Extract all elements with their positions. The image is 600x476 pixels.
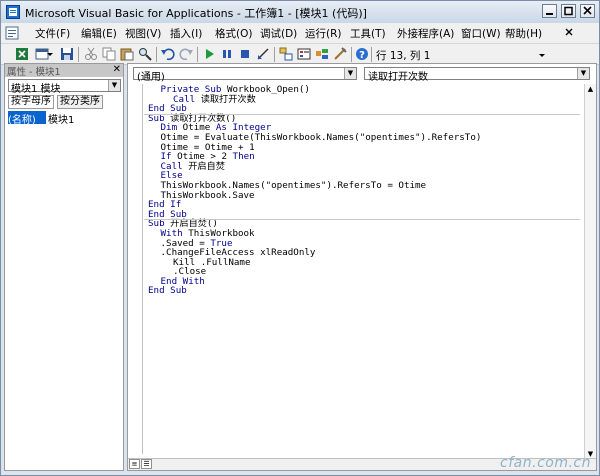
menu-addins[interactable]: 外接程序(A) bbox=[397, 26, 454, 41]
cursor-position: 行 13, 列 1 bbox=[376, 50, 431, 62]
properties-object-select[interactable]: 模块1 模块 ▼ bbox=[8, 79, 121, 95]
standard-toolbar: ? 行 13, 列 1 bbox=[1, 43, 599, 65]
design-mode-icon[interactable] bbox=[256, 47, 270, 61]
code-margin bbox=[128, 84, 143, 454]
code-window: (通用) ▼ 读取打开次数 ▼ Private Sub Workbook_Ope… bbox=[127, 63, 597, 471]
vertical-scrollbar[interactable]: ▲ ▼ bbox=[584, 84, 596, 460]
toolbox-icon[interactable] bbox=[333, 47, 347, 61]
title-bar: Microsoft Visual Basic for Applications … bbox=[1, 1, 599, 23]
window-title: Microsoft Visual Basic for Applications … bbox=[25, 7, 367, 20]
restore-icon[interactable] bbox=[561, 4, 576, 18]
svg-text:?: ? bbox=[359, 50, 365, 61]
copy-icon[interactable] bbox=[102, 47, 116, 61]
full-module-view-icon[interactable]: ☰ bbox=[141, 459, 152, 469]
insert-dropdown-icon[interactable] bbox=[47, 47, 53, 61]
excel-icon[interactable] bbox=[15, 47, 29, 61]
paste-icon[interactable] bbox=[120, 47, 134, 61]
stop-icon[interactable] bbox=[238, 47, 252, 61]
procedure-select-value: 读取打开次数 bbox=[368, 72, 428, 83]
toolbar-options-icon[interactable] bbox=[539, 48, 545, 60]
cut-icon[interactable] bbox=[84, 47, 98, 61]
menu-file[interactable]: 文件(F) bbox=[35, 26, 70, 41]
code-line: Call 读取打开次数 bbox=[173, 93, 256, 105]
close-icon[interactable]: ✕ bbox=[113, 64, 121, 75]
pause-icon[interactable] bbox=[220, 47, 234, 61]
save-icon[interactable] bbox=[60, 47, 74, 61]
code-line: End If bbox=[148, 199, 182, 211]
code-editor[interactable]: Private Sub Workbook_Open() Call 读取打开次数 En… bbox=[148, 85, 481, 296]
chevron-down-icon[interactable]: ▼ bbox=[577, 68, 589, 79]
close-icon[interactable] bbox=[580, 4, 595, 18]
find-icon[interactable] bbox=[138, 47, 152, 61]
scroll-up-icon[interactable]: ▲ bbox=[585, 84, 596, 95]
procedure-view-icon[interactable]: ≡ bbox=[129, 459, 140, 469]
toolbar-separator bbox=[78, 47, 79, 62]
menu-insert[interactable]: 插入(I) bbox=[170, 26, 202, 41]
menu-format[interactable]: 格式(O) bbox=[215, 26, 252, 41]
watermark: cfan.com.cn bbox=[500, 455, 591, 471]
chevron-down-icon[interactable]: ▼ bbox=[108, 80, 120, 91]
object-browser-icon[interactable] bbox=[315, 47, 329, 61]
tab-categorized[interactable]: 按分类序 bbox=[57, 95, 103, 109]
menu-run[interactable]: 运行(R) bbox=[305, 26, 342, 41]
code-line: ThisWorkbook.Save bbox=[160, 189, 255, 201]
minimize-icon[interactable] bbox=[542, 4, 557, 18]
project-explorer-icon[interactable] bbox=[279, 47, 293, 61]
procedure-divider bbox=[144, 113, 580, 115]
code-line: Call 开启自焚 bbox=[160, 160, 225, 172]
properties-title-bar: 属性 - 模块1 ✕ bbox=[5, 64, 123, 78]
properties-object-value: 模块1 模块 bbox=[11, 84, 61, 95]
properties-title: 属性 - 模块1 bbox=[7, 67, 61, 78]
code-window-icon[interactable] bbox=[5, 26, 19, 40]
menu-tools[interactable]: 工具(T) bbox=[350, 26, 386, 41]
toolbar-separator bbox=[351, 47, 352, 62]
chevron-down-icon[interactable]: ▼ bbox=[344, 68, 356, 79]
object-select-value: (通用) bbox=[137, 72, 165, 83]
menu-help[interactable]: 帮助(H) bbox=[505, 26, 542, 41]
menu-edit[interactable]: 编辑(E) bbox=[81, 26, 117, 41]
properties-panel: 属性 - 模块1 ✕ 模块1 模块 ▼ 按字母序 按分类序 (名称) 模块1 bbox=[4, 63, 124, 471]
redo-icon[interactable] bbox=[179, 47, 193, 61]
close-code-window-icon[interactable] bbox=[565, 28, 573, 36]
run-icon[interactable] bbox=[202, 47, 216, 61]
toolbar-separator bbox=[274, 47, 275, 62]
menu-view[interactable]: 视图(V) bbox=[125, 26, 161, 41]
menu-bar: 文件(F) 编辑(E) 视图(V) 插入(I) 格式(O) 调试(D) 运行(R… bbox=[1, 23, 599, 43]
property-value[interactable]: 模块1 bbox=[48, 111, 74, 126]
menu-debug[interactable]: 调试(D) bbox=[260, 26, 297, 41]
help-icon[interactable]: ? bbox=[355, 47, 369, 61]
undo-icon[interactable] bbox=[161, 47, 175, 61]
menu-window[interactable]: 窗口(W) bbox=[461, 26, 501, 41]
toolbar-separator bbox=[197, 47, 198, 62]
toolbar-separator bbox=[156, 47, 157, 62]
procedure-divider bbox=[144, 219, 580, 221]
tab-alphabetic[interactable]: 按字母序 bbox=[8, 95, 54, 109]
code-line: End Sub bbox=[148, 285, 187, 297]
vba-app-icon bbox=[6, 5, 20, 19]
properties-icon[interactable] bbox=[297, 47, 311, 61]
vba-editor-window: Microsoft Visual Basic for Applications … bbox=[0, 0, 600, 476]
code-line: End With bbox=[160, 275, 205, 287]
procedure-select[interactable]: 读取打开次数 ▼ bbox=[364, 67, 590, 83]
object-select[interactable]: (通用) ▼ bbox=[133, 67, 357, 83]
property-row-name[interactable]: (名称) 模块1 bbox=[8, 111, 121, 126]
toolbar-separator bbox=[371, 47, 372, 62]
property-key: (名称) bbox=[8, 111, 46, 126]
